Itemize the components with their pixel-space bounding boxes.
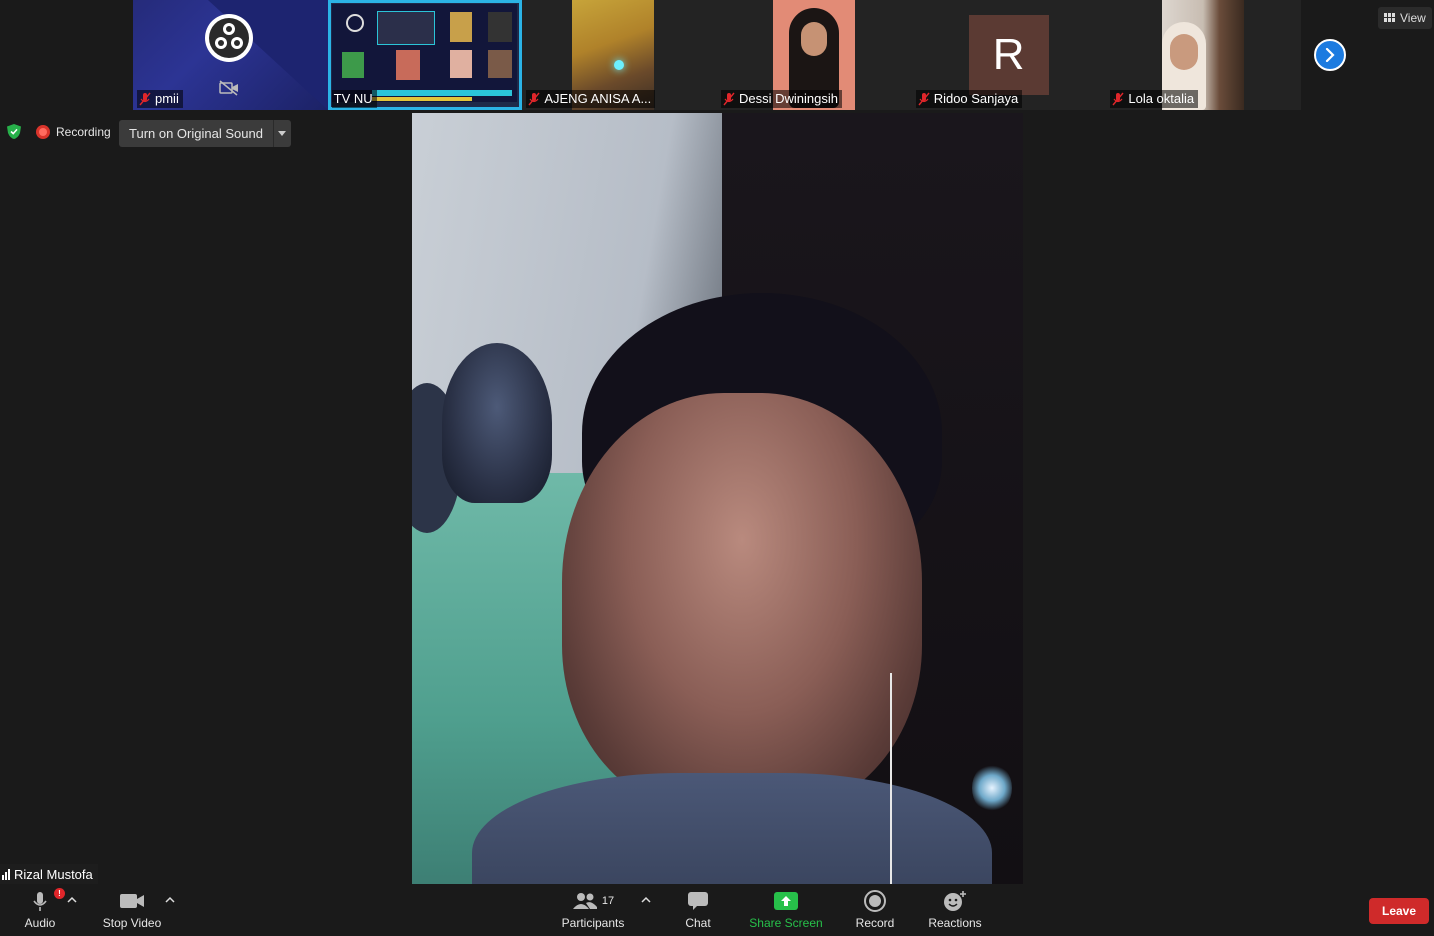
active-speaker-video[interactable] — [412, 113, 1023, 884]
chat-button[interactable]: Chat — [678, 884, 718, 936]
participants-button[interactable]: 17 Participants — [560, 884, 626, 936]
recording-indicator[interactable]: Recording — [36, 122, 111, 142]
stop-video-button[interactable]: Stop Video — [100, 884, 164, 936]
participant-name-tag: TV NU — [331, 90, 377, 108]
muted-mic-icon — [139, 92, 151, 106]
participants-label: Participants — [561, 916, 625, 930]
participant-name: pmii — [155, 91, 179, 106]
next-page-button[interactable] — [1314, 39, 1346, 71]
participant-name: Lola oktalia — [1128, 91, 1195, 106]
video-options-caret-icon[interactable] — [164, 894, 176, 906]
audio-label: Audio — [24, 916, 56, 930]
recording-label: Recording — [56, 125, 111, 139]
participant-tile-dessi[interactable]: Dessi Dwiningsih — [717, 0, 912, 110]
audio-button[interactable]: ! Audio — [20, 884, 65, 936]
grid-view-icon — [1384, 13, 1395, 22]
share-screen-arrow-icon — [774, 892, 798, 910]
participant-name-tag: pmii — [137, 90, 183, 108]
original-sound-button[interactable]: Turn on Original Sound — [119, 120, 274, 147]
muted-mic-icon — [918, 92, 930, 106]
participant-name: AJENG ANISA A... — [544, 91, 652, 106]
share-screen-button[interactable]: Share Screen — [748, 884, 824, 936]
zoom-meeting-window: pmii TV NU AJENG ANISA A... Dessi Dwinin… — [0, 0, 1434, 936]
stop-video-label: Stop Video — [102, 916, 162, 930]
participant-name-tag: Lola oktalia — [1110, 90, 1199, 108]
shared-screen-thumbnail — [331, 4, 517, 102]
video-off-icon — [219, 80, 238, 96]
audio-options-caret-icon[interactable] — [66, 894, 78, 906]
participant-name: TV NU — [333, 91, 373, 106]
participant-name-tag: AJENG ANISA A... — [526, 90, 656, 108]
muted-mic-icon — [528, 92, 540, 106]
encryption-shield-icon[interactable] — [6, 123, 22, 140]
speaker-name: Rizal Mustofa — [14, 866, 93, 882]
participants-options-caret-icon[interactable] — [640, 894, 652, 906]
participant-tile-tv-nu[interactable]: TV NU — [327, 0, 523, 110]
participant-name-tag: Dessi Dwiningsih — [721, 90, 842, 108]
speaker-name-badge: Rizal Mustofa — [0, 864, 98, 884]
muted-mic-icon — [723, 92, 735, 106]
record-button[interactable]: Record — [852, 884, 898, 936]
view-button[interactable]: View — [1378, 7, 1432, 29]
audio-warning-badge: ! — [54, 888, 65, 899]
original-sound-dropdown[interactable] — [274, 120, 291, 147]
participant-name-tag: Ridoo Sanjaya — [915, 90, 1023, 108]
participant-name: Ridoo Sanjaya — [933, 91, 1019, 106]
avatar: R — [968, 15, 1049, 95]
view-label: View — [1400, 11, 1426, 25]
recording-dot-icon — [36, 125, 50, 139]
participant-strip: pmii TV NU AJENG ANISA A... Dessi Dwinin… — [133, 0, 1302, 110]
record-label: Record — [855, 916, 895, 930]
smiley-add-icon — [944, 891, 966, 911]
participant-tile-lola[interactable]: Lola oktalia — [1106, 0, 1302, 110]
microphone-icon — [33, 892, 47, 911]
participants-count: 17 — [601, 895, 615, 907]
muted-mic-icon — [1112, 92, 1124, 106]
chevron-down-icon — [278, 131, 287, 136]
participant-name: Dessi Dwiningsih — [739, 91, 838, 106]
chat-bubble-icon — [688, 892, 708, 910]
leave-button[interactable]: Leave — [1369, 898, 1429, 924]
original-sound-control: Turn on Original Sound — [119, 120, 291, 147]
meeting-toolbar: ! Audio Stop Video 17 Participants Chat — [0, 884, 1434, 936]
record-icon — [864, 890, 886, 912]
share-screen-label: Share Screen — [749, 916, 823, 930]
chat-label: Chat — [685, 916, 711, 930]
reactions-label: Reactions — [928, 916, 982, 930]
participant-tile-pmii[interactable]: pmii — [133, 0, 328, 110]
video-camera-icon — [120, 894, 144, 908]
signal-strength-icon — [2, 868, 10, 880]
obs-logo-icon — [205, 14, 253, 62]
participant-tile-ajeng[interactable]: AJENG ANISA A... — [522, 0, 718, 110]
participants-icon — [572, 893, 597, 909]
participant-tile-ridoo[interactable]: R Ridoo Sanjaya — [911, 0, 1107, 110]
reactions-button[interactable]: Reactions — [926, 884, 984, 936]
chevron-right-icon — [1325, 48, 1335, 62]
